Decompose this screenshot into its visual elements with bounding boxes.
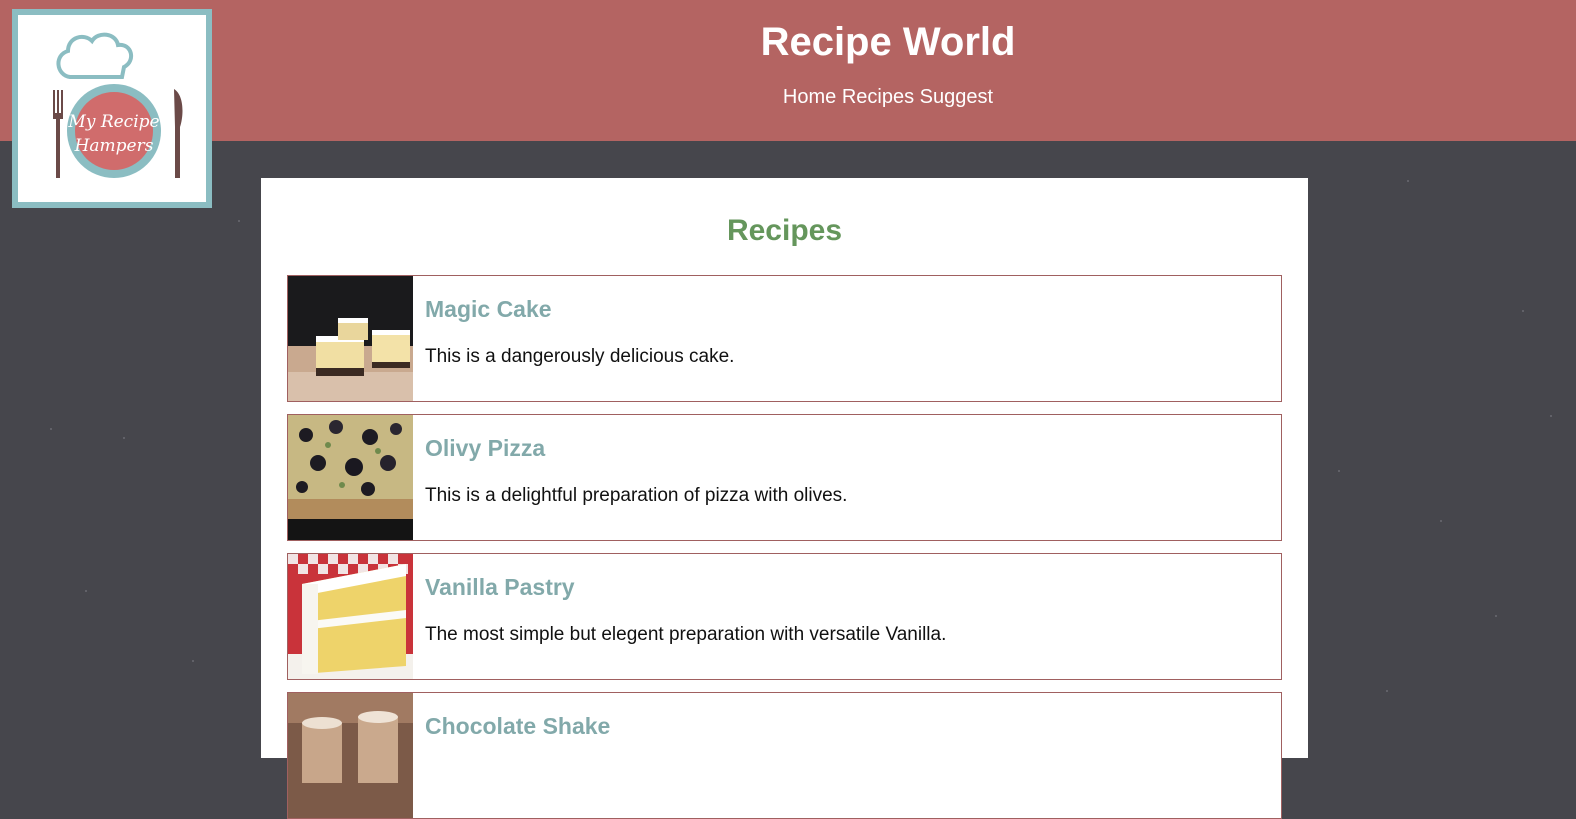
recipe-card-magic-cake[interactable]: Magic Cake This is a dangerously delicio… bbox=[287, 275, 1282, 402]
nav-home-link[interactable]: Home bbox=[783, 86, 836, 108]
recipe-title[interactable]: Chocolate Shake bbox=[425, 713, 610, 740]
logo-lettering: My Recipe Hampers bbox=[67, 112, 159, 156]
olive-pizza-photo bbox=[288, 415, 413, 540]
recipe-card-vanilla-pastry[interactable]: Vanilla Pastry The most simple but elege… bbox=[287, 553, 1282, 680]
chocolate-shake-photo bbox=[288, 693, 413, 818]
recipes-heading: Recipes bbox=[726, 214, 843, 247]
svg-text:Hampers: Hampers bbox=[74, 136, 154, 156]
recipe-description: The most simple but elegent preparation … bbox=[425, 624, 947, 645]
recipe-title[interactable]: Olivy Pizza bbox=[425, 435, 545, 462]
site-title: Recipe World bbox=[760, 20, 1016, 64]
recipes-panel: Recipes Magic Cake This is a dangerously… bbox=[261, 178, 1308, 819]
recipe-title[interactable]: Magic Cake bbox=[425, 296, 552, 323]
main-nav: Home Recipes Suggest bbox=[0, 86, 1576, 109]
nav-recipes-link[interactable]: Recipes bbox=[842, 86, 914, 108]
svg-text:My Recipe: My Recipe bbox=[67, 112, 159, 132]
vanilla-pastry-photo bbox=[288, 554, 413, 679]
site-header: Recipe World Home Recipes Suggest bbox=[0, 0, 1576, 141]
recipe-description: This is a delightful preparation of pizz… bbox=[425, 485, 848, 506]
recipe-title[interactable]: Vanilla Pastry bbox=[425, 574, 575, 601]
recipe-description: This is a dangerously delicious cake. bbox=[425, 346, 735, 367]
recipe-card-chocolate-shake[interactable]: Chocolate Shake bbox=[287, 692, 1282, 819]
nav-suggest-link[interactable]: Suggest bbox=[920, 86, 993, 108]
site-logo[interactable]: My Recipe Hampers bbox=[12, 9, 212, 208]
magic-cake-photo bbox=[288, 276, 413, 401]
recipe-card-olivy-pizza[interactable]: Olivy Pizza This is a delightful prepara… bbox=[287, 414, 1282, 541]
